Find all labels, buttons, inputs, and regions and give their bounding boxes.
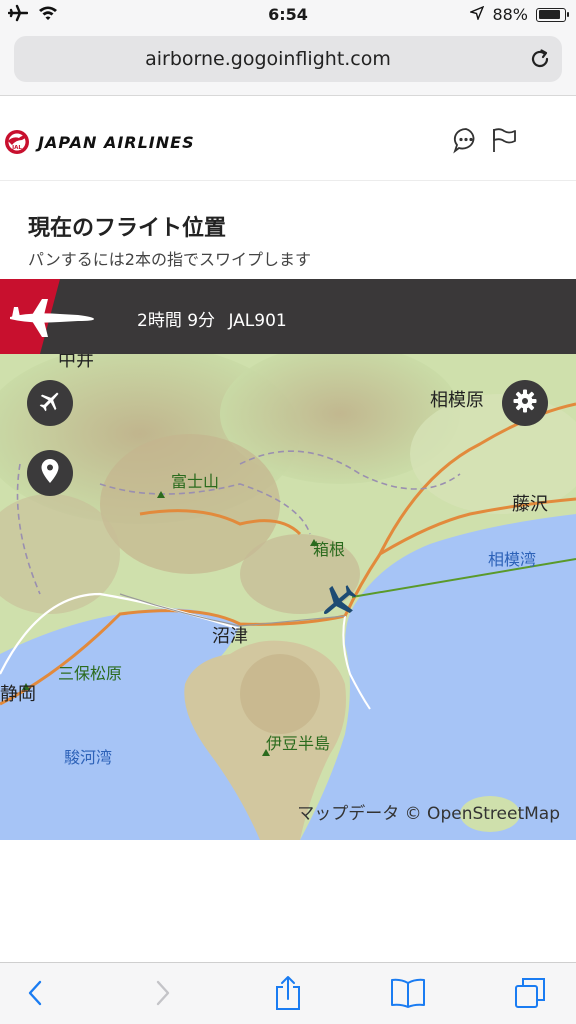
map-label-numazu: 沼津	[212, 626, 248, 647]
url-text[interactable]: airborne.gogoinflight.com	[14, 48, 522, 70]
map-pin-icon	[39, 458, 61, 488]
flight-number: JAL901	[228, 311, 287, 331]
battery-percent: 88%	[492, 5, 528, 24]
address-bar[interactable]: airborne.gogoinflight.com	[14, 36, 562, 82]
map-label-fuji: 富士山	[171, 472, 220, 491]
language-flag-icon[interactable]	[490, 126, 518, 154]
map-label-izu: 伊豆半島	[266, 734, 331, 753]
chevron-left-icon	[26, 979, 46, 1011]
flight-view-button[interactable]	[27, 380, 73, 426]
map-label-sagamihara: 相模原	[430, 390, 484, 411]
location-arrow-icon	[469, 5, 485, 24]
screen: 6:54 88% airborne.gogoinflight.com JAL J…	[0, 0, 576, 1024]
jal-crane-logo[interactable]: JAL	[2, 128, 32, 162]
battery-icon	[536, 7, 569, 22]
map-label-miho: 三保松原	[58, 664, 123, 683]
chevron-right-icon	[152, 979, 172, 1011]
share-icon	[273, 975, 303, 1015]
browser-toolbar	[0, 962, 576, 1024]
map-label-hakone: 箱根	[313, 540, 346, 559]
back-button[interactable]	[18, 977, 54, 1013]
my-location-button[interactable]	[27, 450, 73, 496]
aircraft-position-icon	[318, 582, 358, 622]
map-settings-button[interactable]	[502, 380, 548, 426]
map-attribution[interactable]: マップデータ © OpenStreetMap	[297, 799, 560, 824]
airline-name: JAPAN AIRLINES	[38, 133, 195, 152]
tabs-icon	[513, 976, 547, 1014]
flight-info: 2時間 9分 JAL901	[137, 306, 295, 331]
bookmarks-button[interactable]	[390, 977, 426, 1013]
map-label-sagami-bay: 相模湾	[488, 550, 537, 569]
share-button[interactable]	[270, 975, 306, 1015]
battery-level	[538, 10, 560, 19]
map-label-suruga-bay: 駿河湾	[64, 748, 113, 767]
flight-status-banner: 2時間 9分 JAL901	[0, 279, 576, 354]
book-icon	[389, 977, 427, 1013]
map-label-fujisawa: 藤沢	[512, 494, 548, 515]
time-remaining: 2時間 9分	[137, 311, 216, 331]
gear-icon	[512, 388, 538, 418]
jal-tail-icon	[0, 279, 96, 354]
jal-logo-text: JAL	[11, 145, 22, 151]
map-label-shizuoka: 静岡	[0, 684, 36, 705]
airplane-icon	[37, 388, 63, 418]
map-label-nakai: 中井	[58, 354, 94, 371]
tabs-button[interactable]	[512, 977, 548, 1013]
browser-address-area: airborne.gogoinflight.com	[0, 30, 576, 96]
page-title: 現在のフライト位置	[28, 216, 227, 241]
reload-icon[interactable]	[528, 47, 552, 71]
chat-bubble-icon[interactable]	[452, 126, 480, 154]
flight-map[interactable]: 中井 相模原 富士山 藤沢 箱根 相模湾 沼津 三保松原 静岡 伊豆半島 駿河湾	[0, 354, 576, 840]
forward-button[interactable]	[144, 977, 180, 1013]
status-bar: 6:54 88%	[0, 0, 576, 30]
page-subtitle: パンするには2本の指でスワイプします	[28, 250, 311, 269]
